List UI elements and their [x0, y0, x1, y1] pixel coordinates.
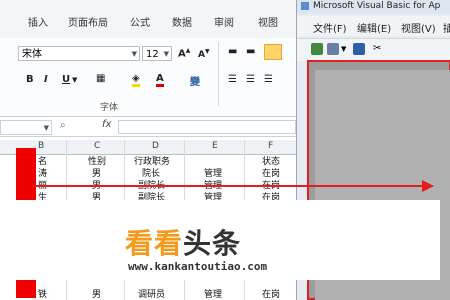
save-icon[interactable] — [353, 43, 365, 55]
table-cell[interactable]: 在岗 — [262, 190, 280, 200]
table-row: 生 男 副院长 管理 在岗 — [0, 190, 296, 200]
ribbon: 宋体 ▼ 12 ▼ A▲ A▼ B I U ▼ ▦ ◈ A 變 ▬ ▬ ☰ ☰ … — [0, 38, 296, 117]
arrow-right-icon — [422, 180, 434, 192]
table-cell[interactable]: 生 — [38, 190, 47, 200]
vba-window-title: Microsoft Visual Basic for Ap — [313, 1, 441, 11]
align-top-icon[interactable]: ▬ — [228, 46, 237, 57]
chevron-down-icon: ▼ — [163, 50, 169, 58]
menu-file[interactable]: 文件(F) — [313, 20, 347, 35]
column-header-b[interactable]: B — [38, 141, 44, 151]
group-divider — [218, 42, 219, 106]
formula-options-icon[interactable]: ⌕ — [60, 120, 66, 131]
table-cell[interactable]: 铁 — [38, 287, 47, 300]
table-cell[interactable]: 在岗 — [262, 287, 280, 300]
font-name-value: 宋体 — [22, 49, 42, 60]
insert-module-icon[interactable] — [327, 43, 339, 55]
column-header-f[interactable]: F — [268, 141, 273, 151]
align-bottom-icon[interactable] — [264, 44, 282, 60]
tab-page-layout[interactable]: 页面布局 — [68, 14, 108, 29]
excel-view-icon[interactable] — [311, 43, 323, 55]
align-left-icon[interactable]: ☰ — [228, 74, 237, 85]
watermark-url: www.kankantoutiao.com — [128, 260, 268, 273]
table-row: 丽 男 副院长 管理 在岗 — [0, 178, 296, 191]
annotation-arrow-line — [32, 185, 424, 187]
grow-font-icon[interactable]: A▲ — [178, 47, 190, 59]
font-size-select[interactable]: 12 ▼ — [142, 46, 172, 61]
table-row: 铁 男 调研员 管理 在岗 — [0, 287, 296, 300]
border-icon[interactable]: ▦ — [96, 73, 105, 84]
vba-toolbar: ▼ ✂ — [297, 38, 450, 61]
vba-title-bar: Microsoft Visual Basic for Ap — [297, 0, 450, 14]
menu-edit[interactable]: 编辑(E) — [357, 20, 391, 35]
align-center-icon[interactable]: ☰ — [246, 74, 255, 85]
column-header-e[interactable]: E — [212, 141, 218, 151]
column-header-c[interactable]: C — [94, 141, 100, 151]
font-name-select[interactable]: 宋体 ▼ — [18, 46, 140, 61]
chevron-down-icon: ▼ — [43, 124, 49, 132]
fx-icon[interactable]: fx — [102, 119, 111, 130]
table-cell[interactable]: 副院长 — [138, 190, 165, 200]
table-cell[interactable]: 管理 — [204, 190, 222, 200]
watermark-logo: 看看头条 — [125, 222, 241, 262]
logo-text-orange: 看看 — [125, 227, 184, 260]
table-cell[interactable]: 男 — [92, 287, 101, 300]
phonetic-icon[interactable]: 變 — [190, 73, 200, 88]
tab-formulas[interactable]: 公式 — [130, 14, 150, 29]
font-color-icon[interactable]: A — [156, 73, 164, 87]
menu-view[interactable]: 视图(V) — [401, 20, 436, 35]
chevron-down-icon[interactable]: ▼ — [341, 45, 346, 53]
font-size-value: 12 — [146, 49, 159, 60]
name-box[interactable]: ▼ — [0, 120, 52, 135]
tab-view[interactable]: 视图 — [258, 14, 278, 29]
shrink-font-icon[interactable]: A▼ — [198, 48, 210, 60]
table-cell[interactable]: 管理 — [204, 287, 222, 300]
tab-insert[interactable]: 插入 — [28, 14, 48, 29]
tab-data[interactable]: 数据 — [172, 14, 192, 29]
vba-app-icon — [301, 2, 309, 10]
tab-review[interactable]: 审阅 — [214, 14, 234, 29]
chevron-down-icon: ▼ — [131, 50, 137, 58]
formula-bar: ▼ ⌕ fx — [0, 118, 296, 137]
menu-insert[interactable]: 插 — [443, 20, 450, 35]
fill-color-icon[interactable]: ◈ — [132, 73, 140, 87]
logo-text-dark: 头条 — [183, 227, 242, 260]
column-headers: B C D E F — [0, 140, 296, 155]
formula-input[interactable] — [118, 120, 296, 134]
align-middle-icon[interactable]: ▬ — [246, 46, 255, 57]
cut-icon[interactable]: ✂ — [373, 43, 381, 54]
italic-button[interactable]: I — [44, 74, 48, 85]
table-row: 涛 男 院长 管理 在岗 — [0, 166, 296, 179]
underline-button[interactable]: U — [62, 74, 70, 85]
font-group-label: 字体 — [100, 103, 119, 113]
align-right-icon[interactable]: ☰ — [264, 74, 273, 85]
bold-button[interactable]: B — [26, 74, 34, 85]
table-cell[interactable]: 男 — [92, 190, 101, 200]
table-row: 名 性别 行政职务 状态 — [0, 154, 296, 167]
vba-menu-bar: 文件(F) 编辑(E) 视图(V) 插 — [297, 16, 450, 36]
column-header-d[interactable]: D — [152, 141, 159, 151]
ribbon-tabs: 插入 页面布局 公式 数据 审阅 视图 — [0, 0, 296, 39]
chevron-down-icon[interactable]: ▼ — [72, 76, 77, 84]
table-cell[interactable]: 调研员 — [138, 287, 165, 300]
